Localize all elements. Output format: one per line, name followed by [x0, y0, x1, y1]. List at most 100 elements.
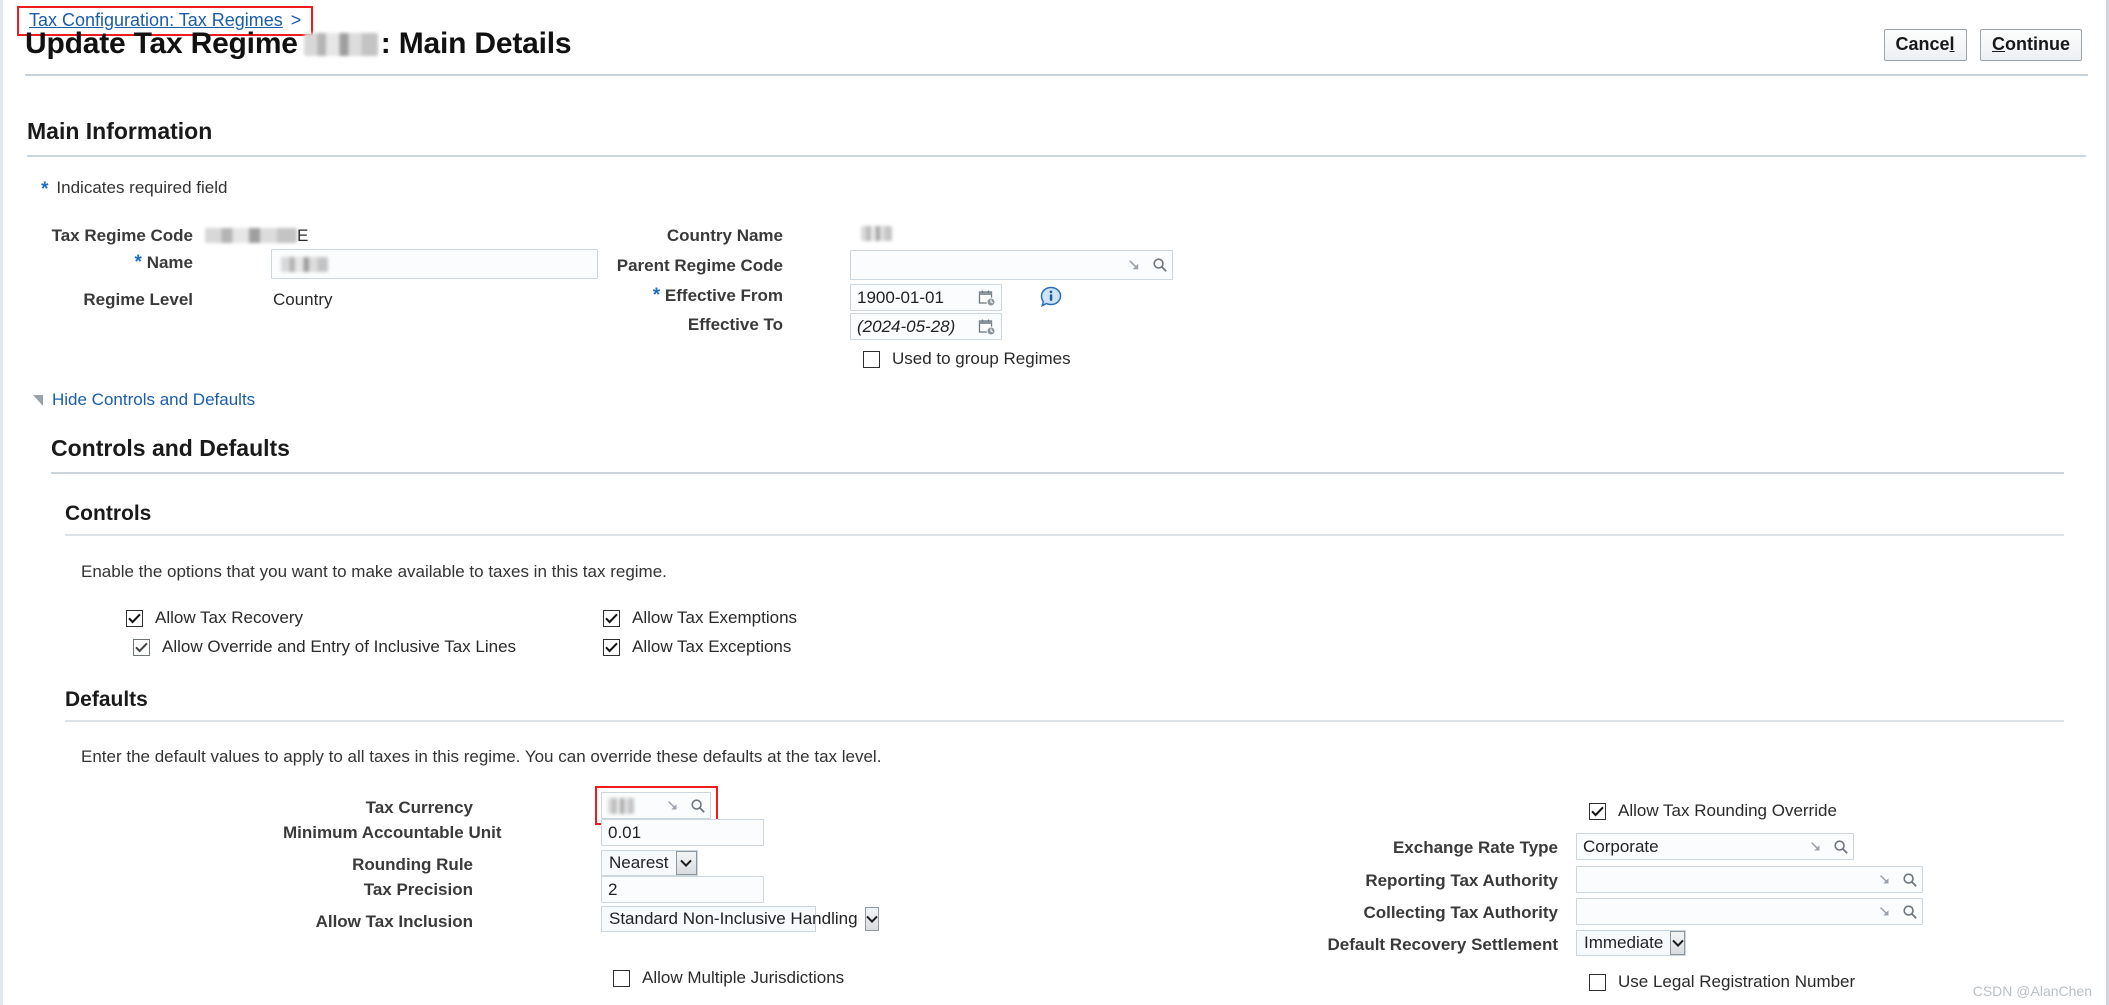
checkmark-icon — [128, 613, 141, 623]
lov-arrow-icon[interactable] — [1127, 258, 1142, 273]
calendar-picker-icon[interactable] — [978, 318, 996, 336]
use-legal-registration-number-checkbox[interactable] — [1589, 973, 1606, 991]
tax-regime-code-tail: E — [297, 226, 309, 245]
lov-arrow-icon[interactable] — [1809, 840, 1823, 854]
required-field-note-text: Indicates required field — [56, 178, 228, 197]
tax-currency-field — [601, 792, 711, 819]
default-recovery-settlement-select[interactable]: Immediate — [1576, 930, 1686, 956]
hide-controls-and-defaults-toggle[interactable]: Hide Controls and Defaults — [33, 390, 255, 410]
allow-tax-exemptions-row[interactable]: Allow Tax Exemptions — [603, 608, 797, 628]
required-marker-legend: * — [41, 179, 49, 200]
redacted-country-name — [861, 226, 892, 241]
rounding-rule-select[interactable]: Nearest — [601, 850, 698, 876]
chevron-down-icon[interactable] — [675, 851, 697, 875]
allow-multiple-jurisdictions-checkbox[interactable] — [613, 969, 630, 987]
continue-button-accesskey: C — [1992, 34, 2005, 54]
search-icon[interactable] — [1833, 839, 1849, 855]
allow-tax-recovery-label: Allow Tax Recovery — [155, 608, 304, 627]
used-to-group-regimes-row[interactable]: Used to group Regimes — [863, 349, 1071, 369]
defaults-description: Enter the default values to apply to all… — [81, 747, 882, 766]
label-tax-regime-code: Tax Regime Code — [51, 226, 193, 245]
allow-override-inclusive-tax-lines-checkbox[interactable] — [133, 638, 150, 656]
hide-controls-and-defaults-link[interactable]: Hide Controls and Defaults — [52, 390, 255, 410]
checkmark-icon — [1591, 806, 1604, 816]
title-row: Update Tax Regime: Main Details Cancel C… — [3, 27, 2106, 69]
allow-multiple-jurisdictions-row[interactable]: Allow Multiple Jurisdictions — [613, 968, 844, 988]
calendar-picker-icon[interactable] — [978, 289, 996, 307]
allow-tax-rounding-override-label: Allow Tax Rounding Override — [1618, 801, 1837, 820]
cancel-button-label-before: Cance — [1895, 34, 1950, 54]
lov-arrow-icon[interactable] — [1878, 873, 1892, 887]
minimum-accountable-unit-input[interactable] — [601, 819, 764, 846]
allow-tax-recovery-checkbox[interactable] — [126, 609, 143, 627]
parent-regime-code-field — [850, 250, 1173, 280]
redacted-tax-regime-code — [205, 228, 297, 243]
search-icon[interactable] — [1152, 257, 1168, 273]
required-field-note: * Indicates required field — [41, 177, 228, 200]
reporting-tax-authority-input[interactable] — [1576, 866, 1923, 893]
search-icon[interactable] — [690, 798, 706, 814]
controls-description: Enable the options that you want to make… — [81, 562, 667, 581]
allow-tax-exceptions-row[interactable]: Allow Tax Exceptions — [603, 637, 791, 657]
allow-tax-exemptions-label: Allow Tax Exemptions — [632, 608, 798, 627]
cancel-button[interactable]: Cancel — [1883, 29, 1967, 61]
name-field-wrap — [271, 249, 598, 279]
rounding-rule-selected-value: Nearest — [609, 853, 669, 872]
allow-tax-inclusion-selected-value: Standard Non-Inclusive Handling — [609, 909, 858, 928]
allow-override-inclusive-tax-lines-label: Allow Override and Entry of Inclusive Ta… — [162, 637, 517, 656]
label-exchange-rate-type: Exchange Rate Type — [1392, 838, 1558, 857]
checkmark-icon — [605, 613, 618, 623]
allow-tax-recovery-row[interactable]: Allow Tax Recovery — [126, 608, 303, 628]
label-country-name: Country Name — [666, 226, 783, 245]
watermark: CSDN @AlanChen — [1972, 983, 2092, 999]
info-tip-icon[interactable] — [1040, 286, 1062, 308]
defaults-heading: Defaults — [65, 688, 148, 711]
label-effective-from: * Effective From — [603, 285, 783, 307]
allow-tax-exceptions-label: Allow Tax Exceptions — [632, 637, 792, 656]
exchange-rate-type-field — [1576, 833, 1854, 860]
default-recovery-settlement-selected-value: Immediate — [1584, 933, 1664, 952]
required-marker-name: * — [134, 252, 142, 273]
value-regime-level: Country — [273, 290, 333, 309]
parent-regime-code-input[interactable] — [850, 250, 1173, 280]
lov-arrow-icon[interactable] — [1878, 905, 1892, 919]
allow-tax-exceptions-checkbox[interactable] — [603, 638, 620, 656]
controls-heading: Controls — [65, 502, 152, 525]
cancel-button-accesskey: l — [1949, 34, 1955, 54]
use-legal-registration-number-label: Use Legal Registration Number — [1618, 972, 1856, 991]
defaults-divider — [65, 720, 2064, 722]
page-root: Tax Configuration: Tax Regimes > Update T… — [0, 0, 2109, 1005]
effective-to-field — [850, 313, 1002, 340]
checkmark-icon — [135, 642, 148, 652]
label-parent-regime-code: Parent Regime Code — [616, 256, 783, 275]
effective-from-field — [850, 284, 1002, 311]
allow-override-inclusive-tax-lines-row[interactable]: Allow Override and Entry of Inclusive Ta… — [133, 637, 516, 657]
allow-tax-rounding-override-checkbox[interactable] — [1589, 802, 1606, 820]
used-to-group-regimes-checkbox[interactable] — [863, 350, 880, 368]
label-tax-currency: Tax Currency — [365, 798, 473, 817]
lov-arrow-icon[interactable] — [666, 799, 680, 813]
allow-tax-exemptions-checkbox[interactable] — [603, 609, 620, 627]
allow-tax-rounding-override-row[interactable]: Allow Tax Rounding Override — [1589, 801, 1837, 821]
redacted-regime-name — [303, 33, 378, 56]
collecting-tax-authority-input[interactable] — [1576, 898, 1923, 925]
label-regime-level: Regime Level — [83, 290, 193, 309]
search-icon[interactable] — [1902, 872, 1918, 888]
chevron-down-icon[interactable] — [864, 907, 879, 931]
main-information-heading: Main Information — [27, 118, 213, 144]
redacted-name-value — [281, 257, 328, 272]
label-effective-from-text: Effective From — [664, 286, 783, 305]
chevron-down-icon[interactable] — [1670, 931, 1685, 955]
page-title-suffix: : Main Details — [380, 27, 572, 60]
label-effective-to: Effective To — [687, 315, 783, 334]
allow-tax-inclusion-select[interactable]: Standard Non-Inclusive Handling — [601, 906, 879, 932]
continue-button[interactable]: Continue — [1980, 29, 2082, 61]
used-to-group-regimes-label: Used to group Regimes — [892, 349, 1071, 368]
label-allow-tax-inclusion: Allow Tax Inclusion — [315, 912, 473, 931]
tax-precision-input[interactable] — [601, 876, 764, 903]
use-legal-registration-number-row[interactable]: Use Legal Registration Number — [1589, 972, 1855, 992]
page-title: Update Tax Regime: Main Details — [25, 27, 572, 61]
controls-and-defaults-heading: Controls and Defaults — [51, 435, 290, 461]
label-name-text: Name — [146, 253, 193, 272]
search-icon[interactable] — [1902, 904, 1918, 920]
